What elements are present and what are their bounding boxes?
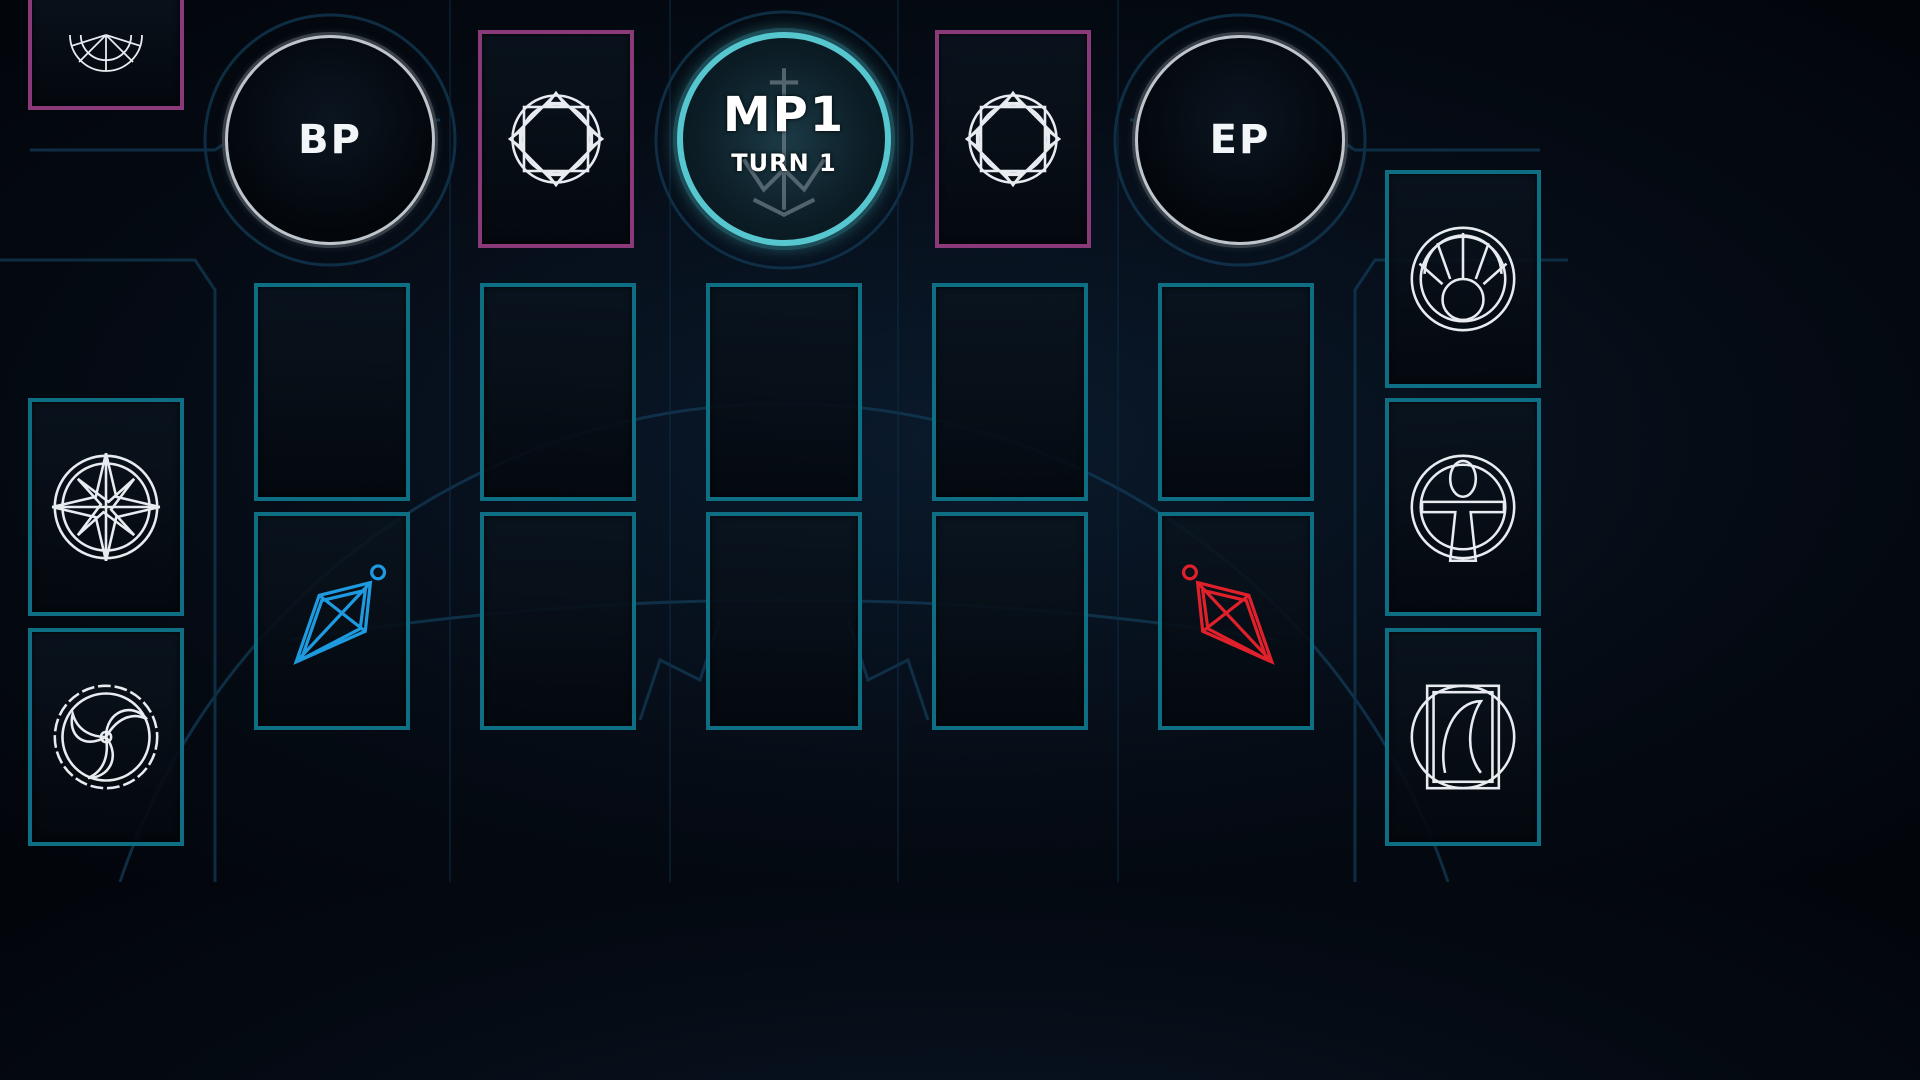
octagram-icon xyxy=(507,90,605,188)
battle-phase-button[interactable]: BP xyxy=(225,35,435,245)
monster-zone-5[interactable] xyxy=(1158,283,1314,501)
spell-zone-4[interactable] xyxy=(932,512,1088,730)
tomoe-icon xyxy=(53,684,159,790)
spell-zone-1[interactable] xyxy=(254,512,410,730)
spell-zone-5[interactable] xyxy=(1158,512,1314,730)
sundial-icon xyxy=(69,34,143,72)
banish-zone[interactable] xyxy=(1385,398,1541,616)
monster-zone-2[interactable] xyxy=(480,283,636,501)
spell-zone-3[interactable] xyxy=(706,512,862,730)
duel-field: BP MP1 TURN 1 EP xyxy=(0,0,1568,882)
red-pendulum-icon xyxy=(1181,564,1275,665)
ankh-icon xyxy=(1410,454,1516,563)
compass-star-icon xyxy=(51,452,161,562)
current-phase-label: MP1 xyxy=(722,87,846,143)
monster-zone-3[interactable] xyxy=(706,283,862,501)
extra-deck-zone[interactable] xyxy=(1385,628,1541,846)
extra-monster-zone-right[interactable] xyxy=(935,30,1091,248)
end-phase-button[interactable]: EP xyxy=(1135,35,1345,245)
main-phase-indicator[interactable]: MP1 TURN 1 xyxy=(677,32,891,246)
field-spell-zone[interactable] xyxy=(28,0,184,110)
sun-arch-icon xyxy=(1410,226,1516,332)
deck-zone[interactable] xyxy=(1385,170,1541,388)
monster-zone-4[interactable] xyxy=(932,283,1088,501)
extra-monster-zone-left[interactable] xyxy=(478,30,634,248)
graveyard-zone[interactable] xyxy=(28,628,184,846)
end-phase-label: EP xyxy=(1209,117,1271,163)
octagram-icon xyxy=(964,90,1062,188)
blue-pendulum-icon xyxy=(293,564,387,665)
battle-phase-label: BP xyxy=(298,117,362,163)
deck-card-icon xyxy=(1410,684,1516,790)
turn-counter: TURN 1 xyxy=(731,149,837,177)
pendulum-zone-left[interactable] xyxy=(28,398,184,616)
monster-zone-1[interactable] xyxy=(254,283,410,501)
spell-zone-2[interactable] xyxy=(480,512,636,730)
